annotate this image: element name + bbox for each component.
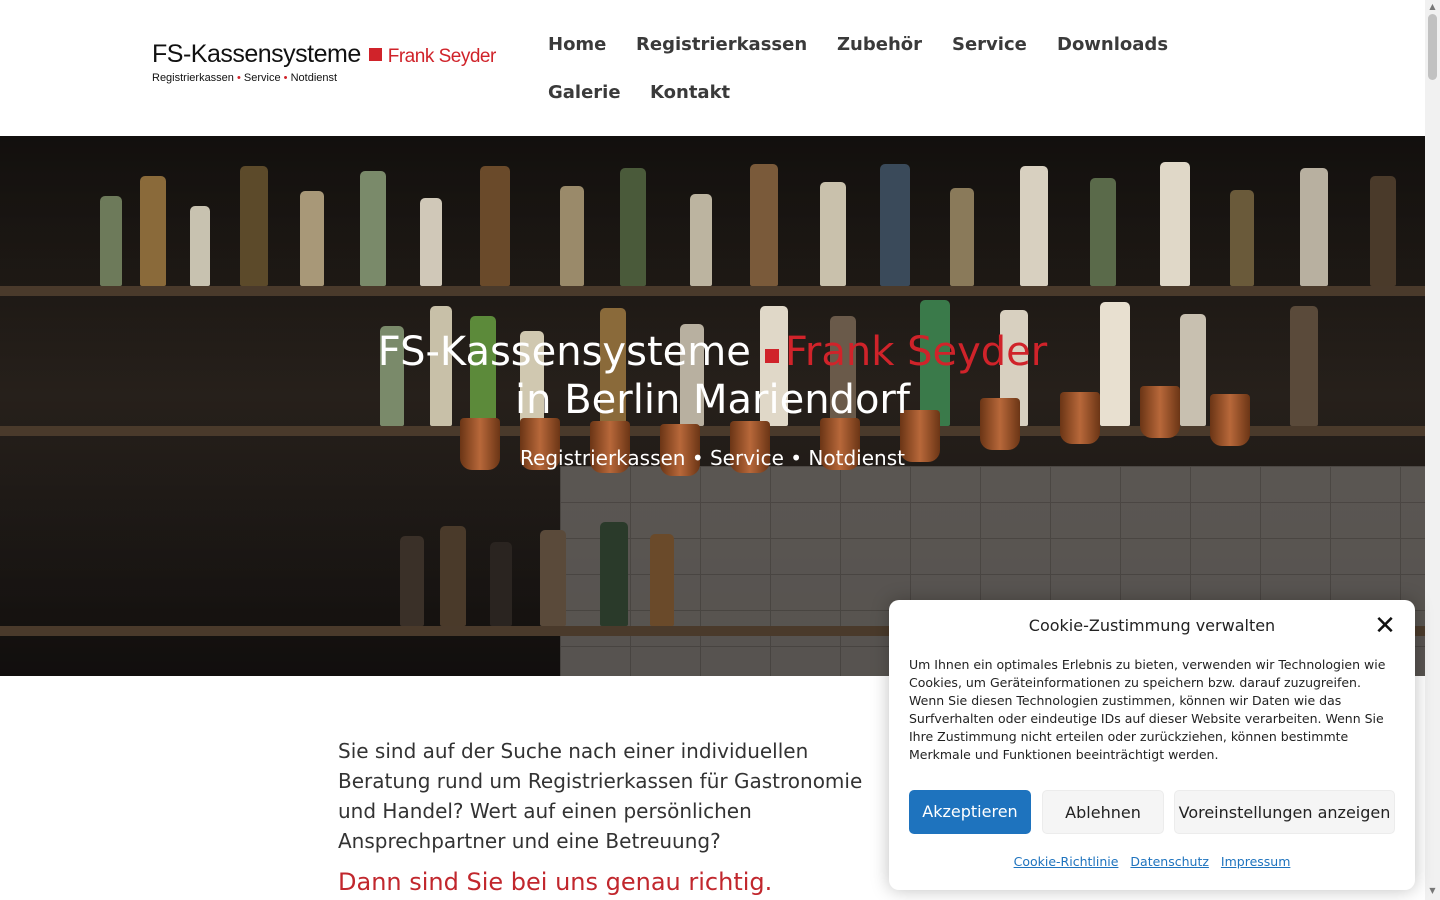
- scroll-up-icon[interactable]: ▲: [1425, 2, 1440, 11]
- nav-item-registrierkassen[interactable]: Registrierkassen: [636, 34, 807, 55]
- logo-tagline: Registrierkassen • Service • Notdienst: [152, 72, 337, 84]
- cookie-dialog-text: Um Ihnen ein optimales Erlebnis zu biete…: [909, 657, 1386, 762]
- nav-item-downloads[interactable]: Downloads: [1057, 34, 1168, 55]
- nav-item-galerie[interactable]: Galerie: [548, 82, 621, 103]
- intro-highlight: Dann sind Sie bei uns genau richtig.: [338, 868, 773, 896]
- hero-banner: FS-Kassensysteme Frank Seyder in Berlin M…: [0, 136, 1425, 676]
- nav-item-kontakt[interactable]: Kontakt: [650, 82, 730, 103]
- close-icon[interactable]: ✕: [1373, 613, 1397, 639]
- scrollbar-thumb[interactable]: [1428, 14, 1437, 80]
- privacy-link[interactable]: Datenschutz: [1130, 854, 1209, 869]
- logo-owner: Frank Seyder: [387, 46, 497, 67]
- logo-tagline-item: Notdienst: [290, 72, 338, 84]
- accept-button[interactable]: Akzeptieren: [909, 790, 1031, 834]
- page-scrollbar[interactable]: ▲ ▼: [1425, 0, 1440, 900]
- site-logo[interactable]: FS-Kassensysteme Frank Seyder Registrierk…: [152, 40, 522, 90]
- logo-square-icon: [368, 48, 382, 61]
- hero-text: FS-Kassensysteme Frank Seyder in Berlin M…: [0, 328, 1425, 470]
- hero-title-owner: Frank Seyder: [784, 329, 1048, 375]
- imprint-link[interactable]: Impressum: [1221, 854, 1290, 869]
- nav-item-home[interactable]: Home: [548, 34, 606, 55]
- logo-tagline-item: Registrierkassen: [152, 72, 234, 84]
- preferences-button[interactable]: Voreinstellungen anzeigen: [1174, 790, 1395, 834]
- logo-title: FS-Kassensysteme Frank Seyder: [152, 40, 496, 69]
- cookie-policy-link[interactable]: Cookie-Richtlinie: [1014, 854, 1119, 869]
- hero-square-icon: [764, 349, 779, 363]
- cookie-dialog-title: Cookie-Zustimmung verwalten: [1028, 616, 1276, 635]
- nav-item-zubehoer[interactable]: Zubehör: [837, 34, 922, 55]
- nav-item-service[interactable]: Service: [952, 34, 1027, 55]
- cookie-consent-dialog: Cookie-Zustimmung verwalten ✕ Um Ihnen e…: [889, 600, 1415, 890]
- hero-subtitle: Registrierkassen • Service • Notdienst: [520, 446, 905, 470]
- cookie-links: Cookie-Richtlinie Datenschutz Impressum: [889, 854, 1415, 869]
- intro-section: Sie sind auf der Suche nach einer indivi…: [338, 736, 898, 896]
- logo-tagline-separator: •: [283, 72, 288, 84]
- hero-title: FS-Kassensysteme Frank Seyder: [0, 328, 1425, 376]
- hero-title-location: in Berlin Mariendorf: [515, 377, 910, 423]
- logo-name: FS-Kassensysteme: [152, 40, 361, 68]
- scroll-down-icon[interactable]: ▼: [1425, 886, 1440, 895]
- deny-button[interactable]: Ablehnen: [1042, 790, 1164, 834]
- intro-paragraph: Sie sind auf der Suche nach einer indivi…: [338, 739, 863, 853]
- logo-tagline-item: Service: [243, 72, 281, 84]
- site-header: FS-Kassensysteme Frank Seyder Registrierk…: [0, 0, 1425, 136]
- logo-tagline-separator: •: [236, 72, 241, 84]
- hero-title-company: FS-Kassensysteme: [377, 329, 751, 375]
